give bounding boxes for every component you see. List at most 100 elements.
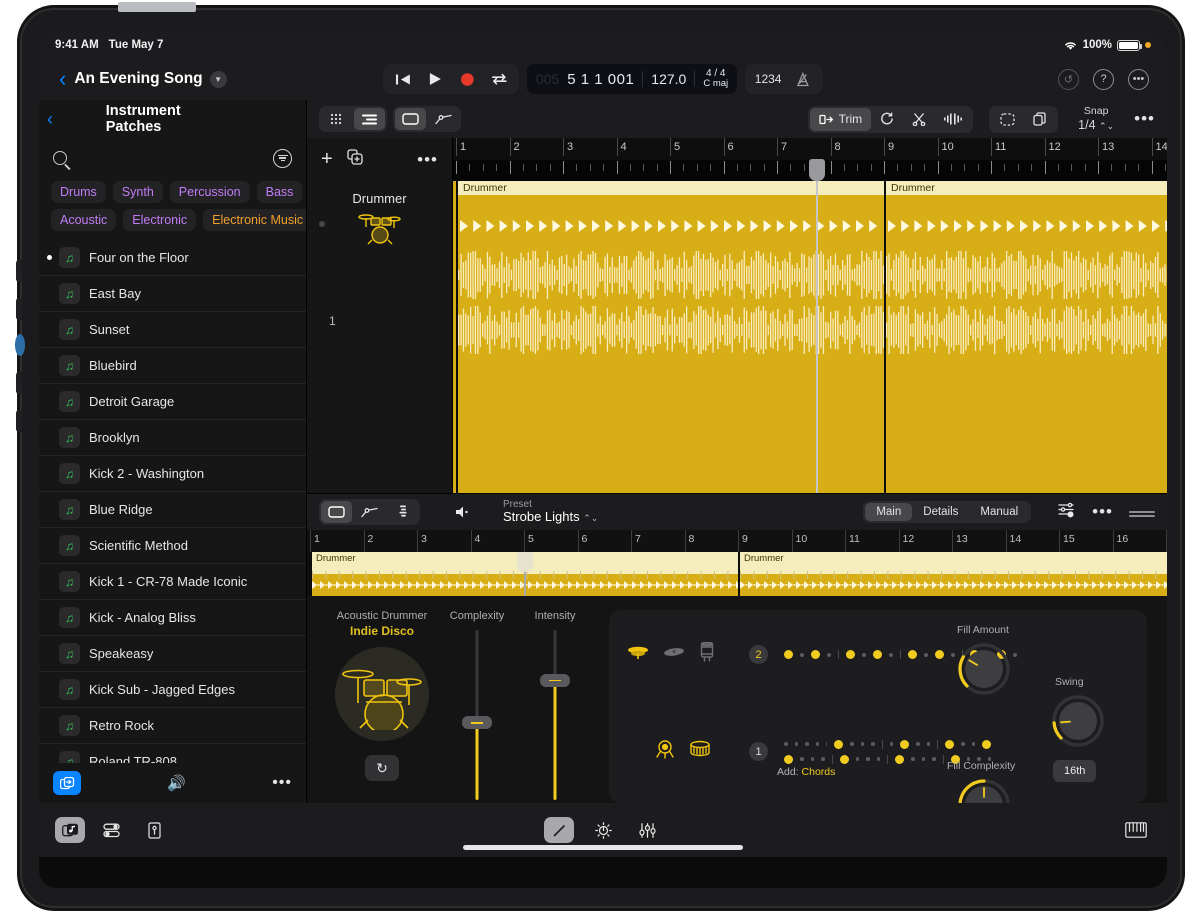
- list-item[interactable]: ♫ Blue Ridge: [39, 492, 306, 528]
- pattern-step-dot[interactable]: [873, 650, 882, 659]
- pattern-step-dot[interactable]: [924, 652, 928, 657]
- copy-icon[interactable]: [1024, 108, 1056, 131]
- hihat-icon[interactable]: [627, 644, 649, 665]
- tab-main[interactable]: Main: [865, 503, 913, 521]
- overview-playhead[interactable]: [517, 552, 533, 596]
- faders-icon[interactable]: [632, 817, 662, 843]
- regenerate-icon[interactable]: ↻: [365, 755, 399, 781]
- tag-bass[interactable]: Bass: [256, 181, 303, 203]
- pattern-step-dot[interactable]: [805, 742, 809, 746]
- playhead[interactable]: [809, 159, 825, 493]
- pattern-step-dot[interactable]: [810, 757, 814, 761]
- import-patch-icon[interactable]: [53, 771, 81, 795]
- automation-icon[interactable]: [354, 501, 385, 523]
- fill-amount-knob[interactable]: [957, 642, 1011, 696]
- drummer-overview-timeline[interactable]: 1234567891011121314151617 DrummerDrummer: [307, 530, 1167, 596]
- pattern-step-dot[interactable]: [784, 742, 788, 746]
- cymbals-step-badge[interactable]: 2: [749, 645, 768, 664]
- tag-synth[interactable]: Synth: [112, 181, 163, 203]
- patch-list[interactable]: ♫ Four on the Floor ♫ East Bay ♫ Sunset ♫ Blueb…: [39, 240, 306, 763]
- list-item[interactable]: ♫ Retro Rock: [39, 708, 306, 744]
- list-item[interactable]: ♫ Kick Sub - Jagged Edges: [39, 672, 306, 708]
- list-item[interactable]: ♫ Kick 1 - CR-78 Made Iconic: [39, 564, 306, 600]
- clap-icon[interactable]: [655, 739, 675, 764]
- list-item[interactable]: ♫ Detroit Garage: [39, 384, 306, 420]
- list-item[interactable]: ♫ Bluebird: [39, 348, 306, 384]
- back-button[interactable]: ‹: [51, 68, 74, 90]
- list-item[interactable]: ♫ Kick - Analog Bliss: [39, 600, 306, 636]
- scissors-icon[interactable]: [903, 108, 935, 131]
- region-select-icon[interactable]: [321, 501, 352, 523]
- pattern-step-dot[interactable]: [911, 757, 915, 761]
- list-item[interactable]: ♫ Four on the Floor: [39, 240, 306, 276]
- swing-division-button[interactable]: 16th: [1053, 760, 1097, 782]
- tag-electronic-music[interactable]: Electronic Music: [203, 209, 306, 231]
- mixer-icon[interactable]: [97, 817, 127, 843]
- marquee-icon[interactable]: [991, 108, 1024, 131]
- pattern-step-dot[interactable]: [871, 742, 875, 746]
- complexity-fader-knob[interactable]: [462, 716, 492, 730]
- region-select-icon[interactable]: [395, 108, 426, 130]
- pattern-step-dot[interactable]: [846, 650, 855, 659]
- pattern-step-dot[interactable]: [784, 754, 793, 764]
- overview-region-block[interactable]: Drummer: [738, 552, 1167, 596]
- list-item[interactable]: ♫ Scientific Method: [39, 528, 306, 564]
- automation-icon[interactable]: [428, 108, 459, 130]
- pattern-step-dot[interactable]: [834, 739, 843, 749]
- grid-view-icon[interactable]: [321, 108, 352, 130]
- play-icon[interactable]: [419, 66, 451, 92]
- pattern-step-dot[interactable]: [860, 742, 864, 746]
- pattern-step-dot[interactable]: [794, 742, 798, 746]
- pattern-step-dot[interactable]: [889, 652, 893, 657]
- intensity-fader[interactable]: [525, 630, 585, 800]
- pattern-step-dot[interactable]: [855, 757, 859, 761]
- percussion-step-badge[interactable]: 1: [749, 742, 768, 761]
- pattern-step-dot[interactable]: [800, 757, 804, 761]
- velocity-icon[interactable]: [387, 501, 418, 523]
- tuner-icon[interactable]: [139, 817, 169, 843]
- duplicate-track-icon[interactable]: [347, 149, 363, 170]
- cycle-icon[interactable]: [483, 66, 515, 92]
- count-in-button[interactable]: 1234: [749, 66, 787, 92]
- pattern-step-dot[interactable]: [876, 757, 880, 761]
- library-more-icon[interactable]: •••: [272, 774, 292, 792]
- split-icon[interactable]: [935, 108, 971, 131]
- search-icon[interactable]: [53, 151, 67, 165]
- timeline[interactable]: 1 2 3 4 5 6 7 8 9 10 11 12 13 14 Drummer Drummer: [453, 138, 1167, 493]
- transport-lcd-display[interactable]: 005 5 1 1 001 127.0 4 / 4 C maj: [526, 64, 738, 94]
- chevron-down-icon[interactable]: ▼: [209, 70, 227, 88]
- tab-details[interactable]: Details: [912, 503, 969, 521]
- undo-icon[interactable]: ↺: [1058, 68, 1079, 90]
- pattern-step-dot[interactable]: [821, 757, 825, 761]
- tab-manual[interactable]: Manual: [969, 503, 1029, 521]
- tag-acoustic[interactable]: Acoustic: [51, 209, 117, 231]
- list-item[interactable]: ♫ East Bay: [39, 276, 306, 312]
- settings-sliders-icon[interactable]: [1057, 502, 1076, 523]
- trim-button[interactable]: Trim: [809, 107, 872, 131]
- tracks-view-icon[interactable]: [354, 108, 385, 130]
- help-icon[interactable]: ?: [1093, 68, 1114, 90]
- pattern-step-dot[interactable]: [800, 652, 804, 657]
- drum-kit-icon[interactable]: [335, 647, 429, 741]
- record-icon[interactable]: [451, 66, 483, 92]
- tambourine-icon[interactable]: [699, 641, 715, 667]
- tag-drums[interactable]: Drums: [51, 181, 106, 203]
- list-item[interactable]: ♫ Kick 2 - Washington: [39, 456, 306, 492]
- library-search-row[interactable]: [39, 138, 306, 178]
- keyboard-icon[interactable]: [1121, 817, 1151, 843]
- rewind-icon[interactable]: [387, 66, 419, 92]
- pattern-step-dot[interactable]: [811, 650, 820, 659]
- region-lane[interactable]: Drummer Drummer: [453, 181, 1167, 493]
- pattern-step-dot[interactable]: [850, 742, 854, 746]
- pattern-step-dot[interactable]: [916, 742, 920, 746]
- snap-control[interactable]: Snap 1/4 ⌃⌄: [1078, 105, 1114, 134]
- tag-electronic[interactable]: Electronic: [123, 209, 197, 231]
- pattern-step-dot[interactable]: [926, 742, 930, 746]
- pattern-step-dot[interactable]: [866, 757, 870, 761]
- intensity-fader-knob[interactable]: [540, 673, 570, 687]
- brightness-icon[interactable]: [588, 817, 618, 843]
- swing-knob[interactable]: [1051, 694, 1105, 748]
- pattern-step-dot[interactable]: [827, 652, 831, 657]
- library-back-button[interactable]: ‹: [39, 110, 61, 128]
- complexity-fader[interactable]: [447, 630, 507, 800]
